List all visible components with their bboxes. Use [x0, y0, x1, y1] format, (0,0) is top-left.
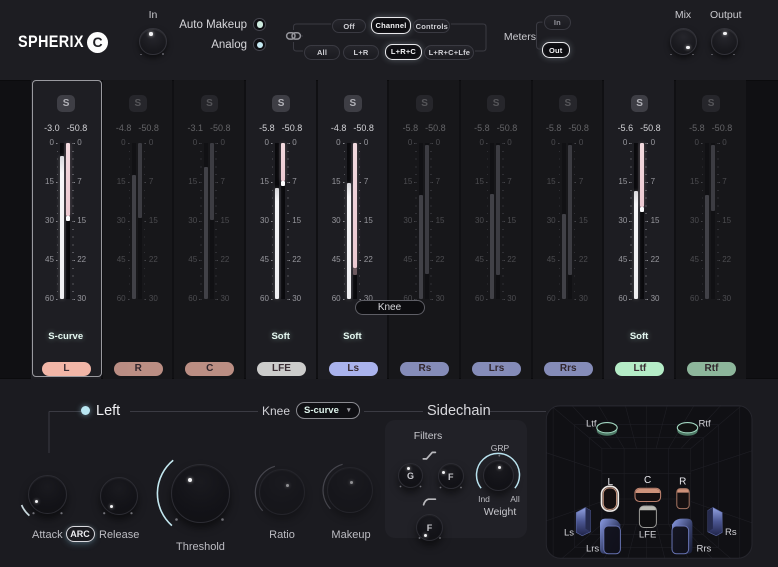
svg-text:R: R: [679, 476, 686, 487]
svg-text:Ltf: Ltf: [585, 419, 596, 430]
svg-text:Rtf: Rtf: [698, 419, 711, 430]
svg-text:L: L: [607, 477, 613, 488]
svg-text:C: C: [643, 475, 650, 486]
svg-text:Lrs: Lrs: [585, 544, 598, 555]
svg-text:Rs: Rs: [725, 527, 737, 538]
svg-text:Rrs: Rrs: [696, 544, 711, 555]
svg-text:Ls: Ls: [563, 528, 573, 539]
svg-text:LFE: LFE: [638, 530, 655, 541]
